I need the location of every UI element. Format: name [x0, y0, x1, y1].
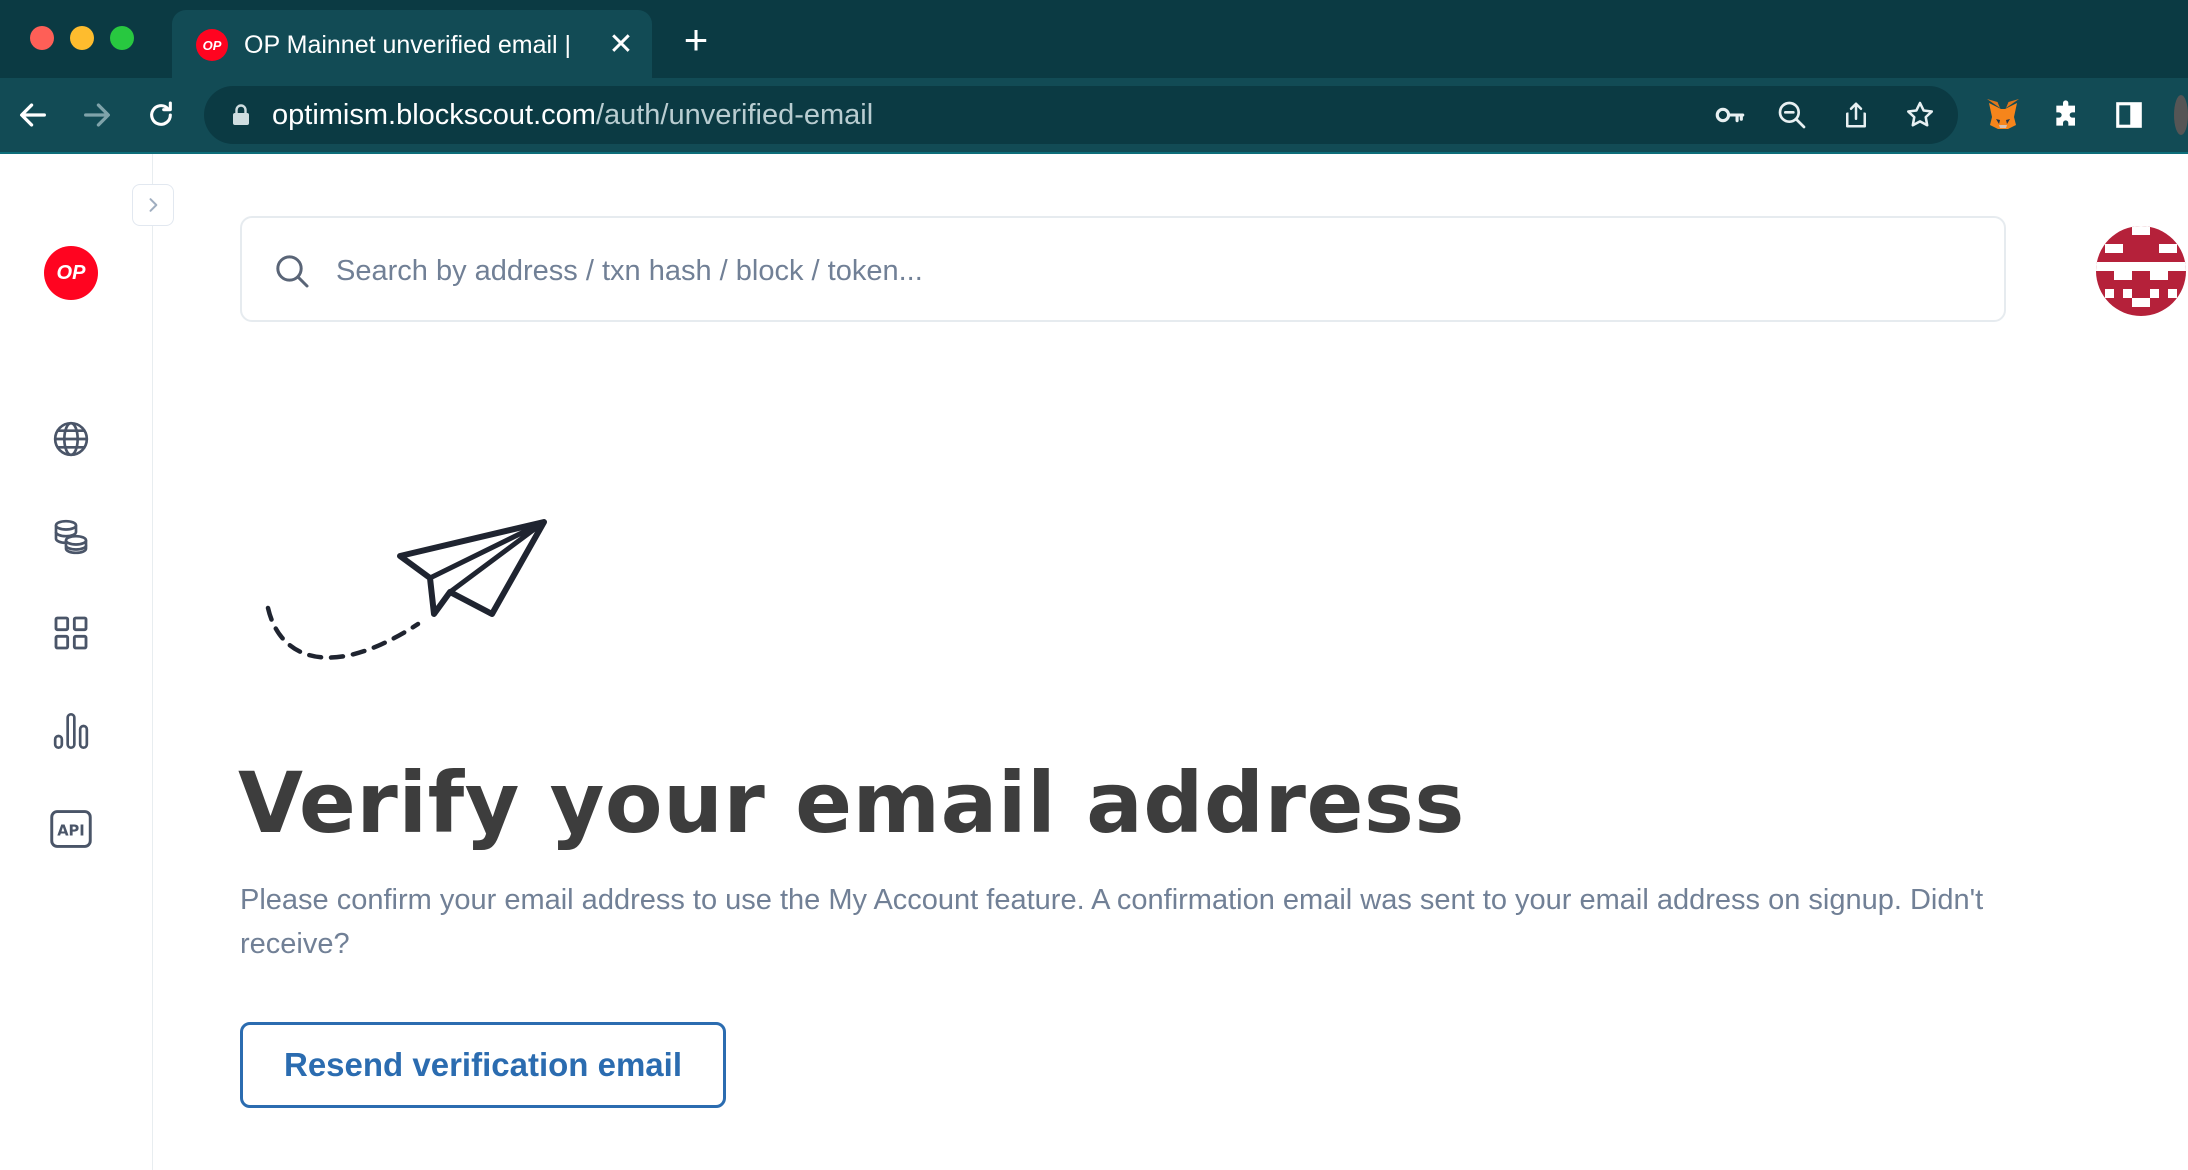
forward-icon[interactable]: [74, 92, 120, 138]
key-icon[interactable]: [1712, 97, 1748, 133]
browser-titlebar: OP OP Mainnet unverified email | Blocksc…: [0, 0, 2188, 78]
resend-verification-button[interactable]: Resend verification email: [240, 1022, 726, 1108]
stats-chart-icon[interactable]: [44, 704, 98, 758]
browser-toolbar: optimism.blockscout.com/auth/unverified-…: [0, 78, 2188, 154]
search-input[interactable]: [334, 240, 1938, 302]
page-description: Please confirm your email address to use…: [240, 884, 1984, 960]
sidebar-collapse-button[interactable]: [132, 184, 174, 226]
address-bar[interactable]: optimism.blockscout.com/auth/unverified-…: [204, 86, 1958, 144]
url-path: /auth/unverified-email: [595, 99, 874, 131]
url-text[interactable]: optimism.blockscout.com/auth/unverified-…: [272, 96, 873, 134]
metamask-extension-icon[interactable]: [1982, 94, 2024, 136]
extensions-puzzle-icon[interactable]: [2046, 94, 2088, 136]
coins-icon[interactable]: [44, 510, 98, 564]
sidebar: OP API: [0, 154, 153, 1170]
tab-favicon-icon: OP: [196, 29, 228, 61]
new-tab-button[interactable]: +: [676, 19, 716, 61]
url-host: optimism.blockscout.com: [272, 99, 596, 131]
browser-tab[interactable]: OP OP Mainnet unverified email | Blocksc…: [172, 10, 652, 78]
reload-icon[interactable]: [138, 92, 184, 138]
window-close-button[interactable]: [30, 26, 54, 50]
search-bar[interactable]: [240, 216, 2006, 322]
window-maximize-button[interactable]: [110, 26, 134, 50]
globe-icon[interactable]: [44, 412, 98, 466]
share-icon[interactable]: [1838, 97, 1874, 133]
op-logo[interactable]: OP: [44, 246, 98, 300]
api-icon-label: API: [57, 823, 85, 840]
side-panel-icon[interactable]: [2108, 94, 2150, 136]
api-icon[interactable]: API: [44, 802, 98, 856]
paper-plane-icon: [265, 519, 547, 660]
bookmark-star-icon[interactable]: [1902, 97, 1938, 133]
zoom-out-icon[interactable]: [1774, 97, 1810, 133]
lock-icon[interactable]: [230, 103, 252, 127]
window-minimize-button[interactable]: [70, 26, 94, 50]
profile-icon[interactable]: [2168, 94, 2188, 136]
page-title: Verify your email address: [238, 754, 1465, 852]
tab-close-icon[interactable]: ✕: [604, 28, 638, 62]
avatar[interactable]: [2096, 226, 2186, 316]
tab-title: OP Mainnet unverified email | Blockscout: [244, 31, 574, 59]
chevron-right-icon: [149, 198, 158, 212]
back-icon[interactable]: [10, 92, 56, 138]
search-icon: [272, 251, 312, 291]
apps-grid-icon[interactable]: [44, 606, 98, 660]
